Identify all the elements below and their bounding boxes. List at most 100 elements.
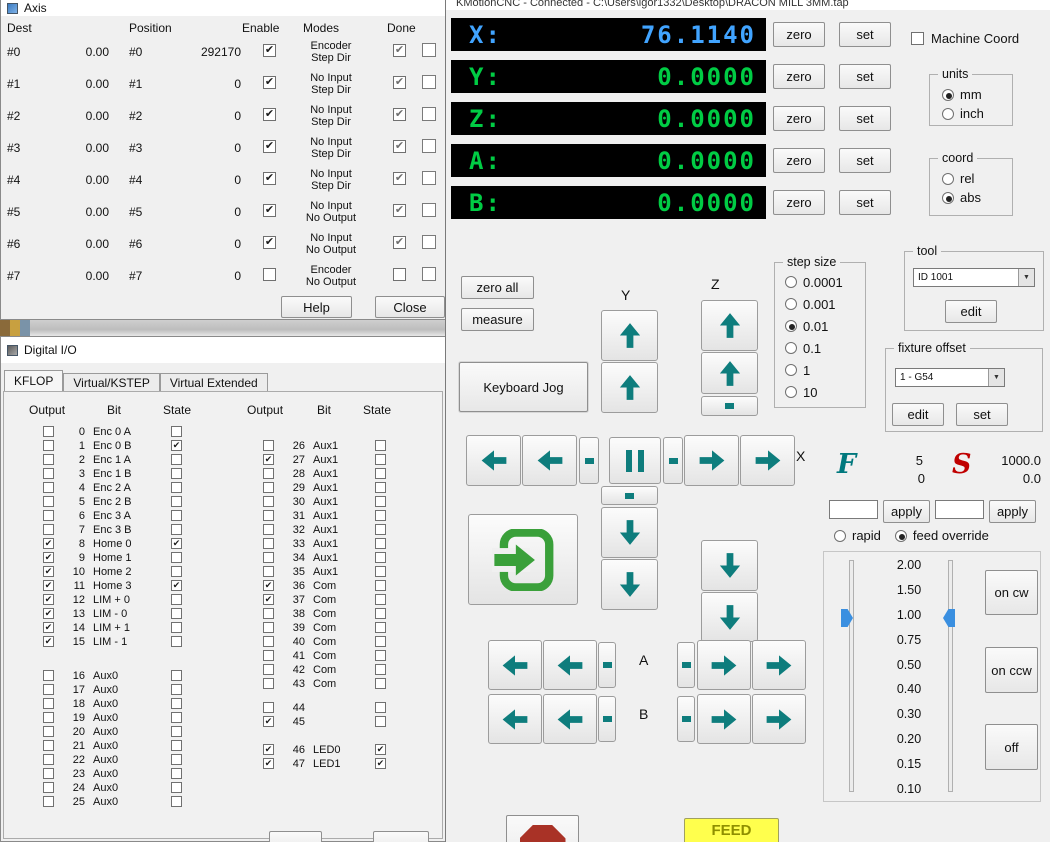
output-checkbox[interactable] — [263, 580, 274, 591]
jog-y-minus-step-button[interactable] — [601, 486, 658, 505]
set-button[interactable]: set — [839, 64, 891, 89]
state-checkbox[interactable] — [375, 678, 386, 689]
state-checkbox[interactable] — [375, 716, 386, 727]
spindle-off-button[interactable]: off — [985, 724, 1038, 770]
units-radio-option[interactable]: mm — [942, 85, 1012, 104]
cnc-titlebar[interactable]: KMotionCNC - Connected - C:\Users\igor13… — [446, 0, 1050, 10]
state-checkbox[interactable] — [375, 580, 386, 591]
output-checkbox[interactable] — [263, 454, 274, 465]
output-checkbox[interactable] — [263, 524, 274, 535]
state-checkbox[interactable] — [375, 636, 386, 647]
state-checkbox[interactable] — [375, 440, 386, 451]
output-checkbox[interactable] — [263, 510, 274, 521]
state-checkbox[interactable] — [375, 664, 386, 675]
fixture-edit-button[interactable]: edit — [892, 403, 944, 426]
dialog-button-1[interactable] — [269, 831, 322, 842]
output-checkbox[interactable] — [263, 468, 274, 479]
state-checkbox[interactable] — [375, 538, 386, 549]
dialog-button-2[interactable] — [373, 831, 429, 842]
jog-z-minus-fast-button[interactable] — [701, 592, 758, 642]
state-checkbox[interactable] — [375, 608, 386, 619]
state-checkbox[interactable] — [171, 426, 182, 437]
jog-z-step-button[interactable] — [701, 396, 758, 416]
set-button[interactable]: set — [839, 22, 891, 47]
dio-tab[interactable]: Virtual Extended — [159, 373, 268, 391]
state-checkbox[interactable] — [375, 594, 386, 605]
state-checkbox[interactable] — [375, 552, 386, 563]
output-checkbox[interactable] — [263, 744, 274, 755]
jog-x-plus-step-button[interactable] — [663, 437, 683, 484]
zero-button[interactable]: zero — [773, 148, 825, 173]
override-radio-option[interactable]: rapid — [834, 528, 881, 543]
state-checkbox[interactable] — [171, 782, 182, 793]
fixture-set-button[interactable]: set — [956, 403, 1008, 426]
zero-button[interactable]: zero — [773, 190, 825, 215]
dio-tab[interactable]: KFLOP — [4, 370, 64, 391]
cycle-start-button[interactable] — [468, 514, 578, 605]
state-checkbox[interactable] — [375, 524, 386, 535]
step-size-radio-option[interactable]: 0.1 — [785, 337, 865, 359]
output-checkbox[interactable] — [263, 664, 274, 675]
dio-tab[interactable]: Virtual/KSTEP — [63, 373, 160, 391]
spindle-on-ccw-button[interactable]: on ccw — [985, 647, 1038, 693]
output-checkbox[interactable] — [43, 426, 54, 437]
jog-y-plus-slow-button[interactable] — [601, 362, 658, 413]
tool-select[interactable]: ID 1001 ▼ — [913, 268, 1035, 287]
fixture-select[interactable]: 1 - G54 ▼ — [895, 368, 1005, 387]
jog-b-plus-slow-button[interactable] — [697, 694, 751, 744]
jog-a-minus-fast-button[interactable] — [488, 640, 542, 690]
feed-apply-button[interactable]: apply — [883, 500, 930, 523]
jog-b-minus-step-button[interactable] — [598, 696, 616, 742]
zero-button[interactable]: zero — [773, 106, 825, 131]
units-radio-option[interactable]: inch — [942, 104, 1012, 123]
output-checkbox[interactable] — [43, 796, 54, 807]
state-checkbox[interactable] — [375, 454, 386, 465]
jog-pause-button[interactable] — [609, 437, 661, 484]
jog-a-minus-slow-button[interactable] — [543, 640, 597, 690]
state-checkbox[interactable] — [375, 468, 386, 479]
state-checkbox[interactable] — [375, 566, 386, 577]
state-checkbox[interactable] — [375, 496, 386, 507]
output-checkbox[interactable] — [263, 716, 274, 727]
output-checkbox[interactable] — [263, 622, 274, 633]
output-checkbox[interactable] — [263, 566, 274, 577]
output-checkbox[interactable] — [263, 608, 274, 619]
spindle-apply-button[interactable]: apply — [989, 500, 1036, 523]
step-size-radio-option[interactable]: 0.001 — [785, 293, 865, 315]
state-checkbox[interactable] — [375, 758, 386, 769]
jog-a-minus-step-button[interactable] — [598, 642, 616, 688]
jog-b-minus-fast-button[interactable] — [488, 694, 542, 744]
output-checkbox[interactable] — [263, 496, 274, 507]
state-checkbox[interactable] — [375, 622, 386, 633]
help-button[interactable]: Help — [281, 296, 352, 318]
jog-x-minus-slow-button[interactable] — [522, 435, 577, 486]
output-checkbox[interactable] — [263, 482, 274, 493]
feed-input[interactable] — [829, 500, 878, 519]
output-checkbox[interactable] — [263, 678, 274, 689]
step-size-radio-option[interactable]: 1 — [785, 359, 865, 381]
stop-button[interactable] — [506, 815, 579, 842]
tool-edit-button[interactable]: edit — [945, 300, 997, 323]
jog-a-plus-step-button[interactable] — [677, 642, 695, 688]
jog-a-plus-slow-button[interactable] — [697, 640, 751, 690]
spindle-input[interactable] — [935, 500, 984, 519]
enable-checkbox[interactable] — [263, 108, 276, 121]
override-radio-option[interactable]: feed override — [894, 528, 989, 543]
set-button[interactable]: set — [839, 190, 891, 215]
jog-x-minus-fast-button[interactable] — [466, 435, 521, 486]
close-button[interactable]: Close — [375, 296, 445, 318]
jog-b-plus-step-button[interactable] — [677, 696, 695, 742]
feed-override-slider-track[interactable] — [849, 560, 854, 792]
jog-y-minus-slow-button[interactable] — [601, 507, 658, 558]
output-checkbox[interactable] — [263, 594, 274, 605]
jog-z-minus-slow-button[interactable] — [701, 540, 758, 591]
state-checkbox[interactable] — [171, 796, 182, 807]
step-size-radio-option[interactable]: 0.01 — [785, 315, 865, 337]
step-size-radio-option[interactable]: 0.0001 — [785, 271, 865, 293]
enable-checkbox[interactable] — [263, 204, 276, 217]
jog-z-plus-slow-button[interactable] — [701, 352, 758, 394]
keyboard-jog-button[interactable]: Keyboard Jog — [459, 362, 588, 412]
zero-button[interactable]: zero — [773, 64, 825, 89]
jog-a-plus-fast-button[interactable] — [752, 640, 806, 690]
state-checkbox[interactable] — [375, 510, 386, 521]
